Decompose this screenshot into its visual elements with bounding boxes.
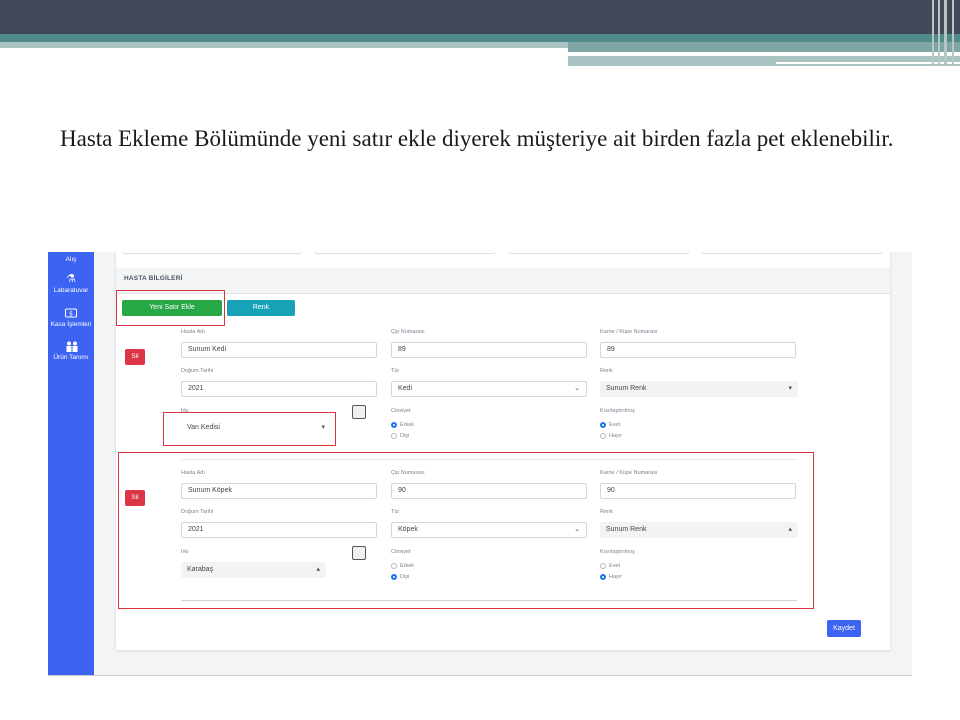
color-button[interactable]: Renk	[227, 300, 295, 316]
sidebar: Alış ⚗ Labaratuvar $ Kasa İşlemleri Ürün…	[48, 252, 94, 675]
radio-label: Hayır	[609, 433, 623, 439]
ear-tag-input[interactable]: 89	[600, 342, 796, 358]
gender-radio-male[interactable]: Erkek	[391, 421, 414, 429]
caret-down-icon: ▾	[788, 385, 792, 392]
color-label: Renk	[600, 368, 613, 374]
sidebar-item-urun[interactable]: Ürün Tanımı	[48, 341, 94, 361]
type-select[interactable]: Kedi ⌄	[391, 381, 587, 397]
gender-label: Cinsiyet	[391, 408, 411, 414]
color-value: Sunum Renk	[606, 385, 647, 392]
highlight-box	[118, 452, 814, 609]
slide-header-stripe	[568, 52, 888, 54]
sidebar-item-label: Ürün Tanımı	[53, 354, 89, 361]
type-value: Kedi	[398, 385, 413, 392]
highlight-box	[116, 290, 225, 326]
top-input[interactable]	[122, 252, 302, 254]
section-title: HASTA BİLGİLERİ	[124, 275, 183, 282]
flask-icon: ⚗	[66, 273, 76, 285]
slide-caption: Hasta Ekleme Bölümünde yeni satır ekle d…	[60, 126, 894, 151]
sidebar-item-label: Alış	[65, 256, 77, 263]
type-label: Tür	[391, 368, 400, 374]
radio-label: Dişi	[400, 433, 410, 439]
radio-selected-icon	[391, 421, 397, 428]
sidebar-item-alis[interactable]: Alış	[48, 256, 94, 263]
sidebar-item-labaratuvar[interactable]: ⚗ Labaratuvar	[48, 273, 94, 295]
radio-label: Evet	[609, 422, 621, 428]
slide-header-stripe	[0, 34, 960, 42]
people-icon	[65, 341, 78, 352]
neutered-label: Kısırlaştırılmış	[600, 408, 635, 414]
slide-header-stripe	[568, 56, 960, 66]
highlight-box	[163, 412, 336, 446]
delete-row-button[interactable]: Sil	[125, 349, 145, 365]
patient-name-input[interactable]: Sunum Kedi	[181, 342, 377, 358]
svg-text:$: $	[69, 311, 73, 318]
birth-label: Doğum Tarihi	[181, 368, 214, 374]
radio-icon	[391, 432, 397, 439]
breed-add-checkbox[interactable]	[352, 405, 366, 419]
save-button[interactable]: Kaydet	[827, 620, 861, 637]
chevron-down-icon: ⌄	[574, 385, 580, 392]
top-input[interactable]	[702, 252, 882, 254]
radio-selected-icon	[600, 421, 606, 428]
cash-icon: $	[65, 308, 77, 319]
ear-tag-label: Karne / Küpe Numarası	[600, 329, 658, 335]
neutered-radio-yes[interactable]: Evet	[600, 421, 620, 429]
chip-label: Çip Numarası	[391, 329, 425, 335]
top-input[interactable]	[509, 252, 689, 254]
sidebar-item-label: Labaratuvar	[53, 287, 89, 294]
app-screenshot: Alış ⚗ Labaratuvar $ Kasa İşlemleri Ürün…	[48, 252, 912, 676]
birth-input[interactable]: 2021	[181, 381, 377, 397]
radio-label: Erkek	[400, 422, 415, 428]
slide-header-stripe	[0, 42, 568, 48]
radio-icon	[600, 432, 606, 439]
patient-name-label: Hasta Adı	[181, 329, 205, 335]
gender-radio-female[interactable]: Dişi	[391, 432, 409, 440]
slide-corner-lines	[930, 0, 960, 66]
sidebar-item-label: Kasa İşlemleri	[50, 321, 92, 328]
section-header: HASTA BİLGİLERİ	[116, 268, 890, 294]
sidebar-item-kasa[interactable]: $ Kasa İşlemleri	[48, 308, 94, 328]
slide-header-bar	[0, 0, 960, 34]
neutered-radio-no[interactable]: Hayır	[600, 432, 622, 440]
chip-input[interactable]: 89	[391, 342, 587, 358]
top-input[interactable]	[315, 252, 495, 254]
slide-header-stripe	[568, 42, 960, 52]
color-select[interactable]: Sunum Renk ▾	[600, 381, 798, 397]
